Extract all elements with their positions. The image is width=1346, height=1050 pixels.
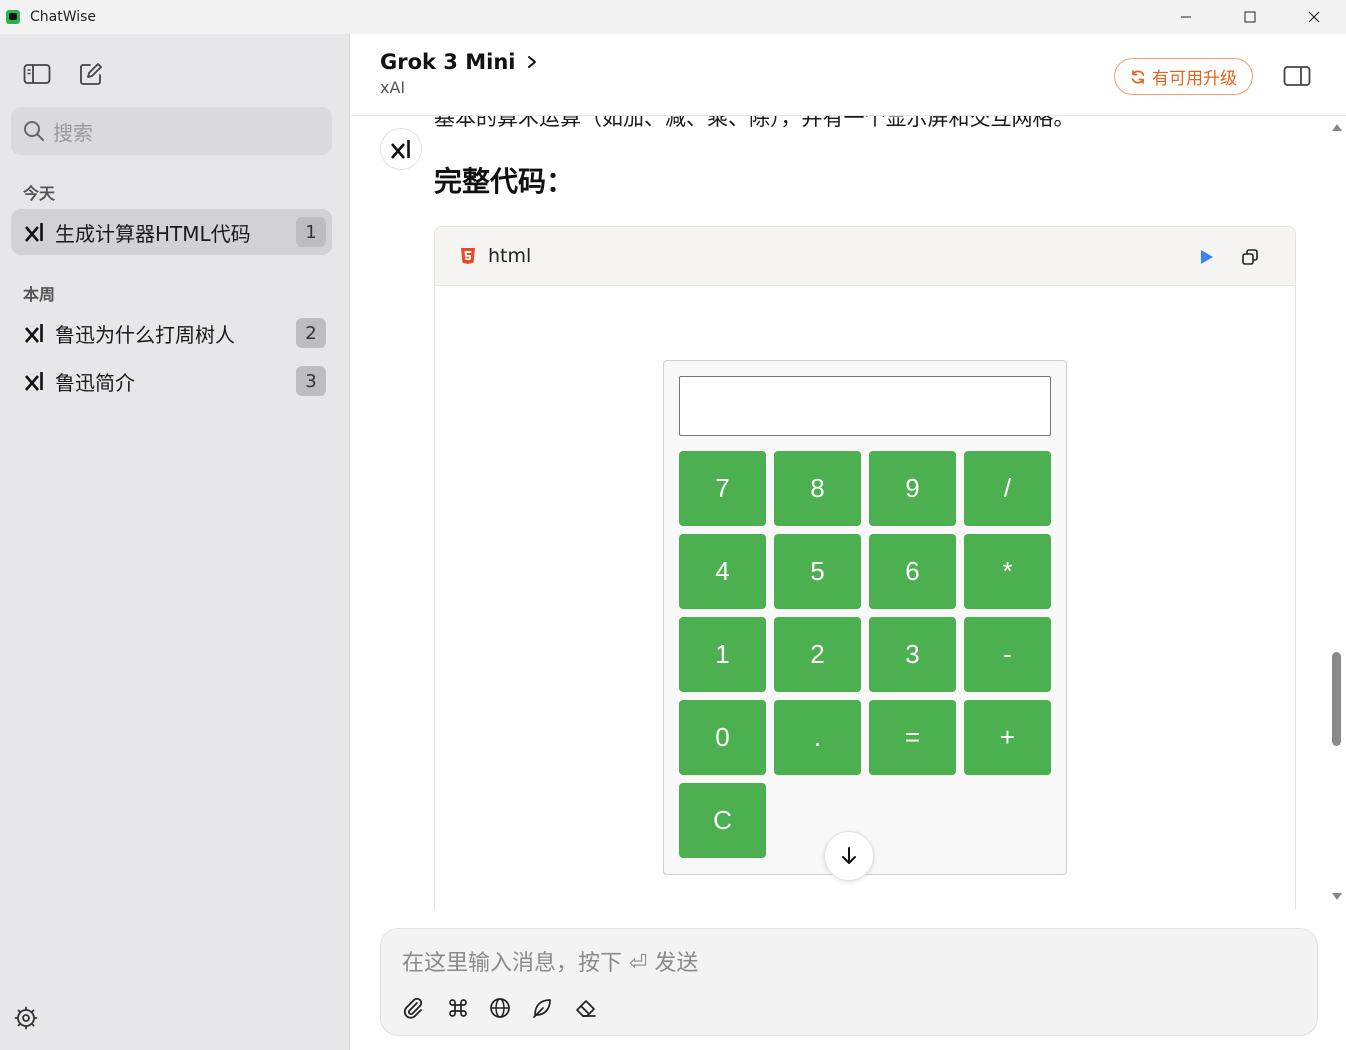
upgrade-label: 有可用升级 [1152, 69, 1237, 89]
toggle-sidebar-button[interactable] [22, 59, 52, 89]
scrollbar-thumb[interactable] [1332, 652, 1341, 746]
html5-icon [461, 248, 475, 264]
xai-logo-icon [23, 370, 45, 392]
xai-logo-icon [23, 322, 45, 344]
calc-key-6[interactable]: 6 [869, 534, 956, 609]
chat-item-luxun-intro[interactable]: 鲁迅简介 3 [11, 358, 332, 404]
arrow-down-icon [842, 847, 856, 864]
sidebar-toggle-icon [23, 64, 51, 84]
calc-key-4[interactable]: 4 [679, 534, 766, 609]
chat-title: 鲁迅简介 [55, 370, 135, 395]
chat-title: 鲁迅为什么打周树人 [55, 322, 235, 347]
section-label-this-week: 本周 [23, 285, 56, 304]
gear-icon [14, 1006, 38, 1030]
artifacts-button[interactable] [529, 995, 555, 1021]
title-bar: ChatWise [0, 0, 1346, 34]
toggle-right-panel-button[interactable] [1281, 60, 1313, 92]
calc-key-0[interactable]: 0 [679, 700, 766, 775]
message-text-partial: 基本的算术运算（如加、减、乘、除），并有一个显示屏和交互网格。 [434, 116, 1075, 130]
chat-badge: 1 [296, 217, 326, 247]
web-search-button[interactable] [487, 995, 513, 1021]
settings-button[interactable] [12, 1004, 40, 1032]
chat-title: 生成计算器HTML代码 [55, 221, 251, 246]
calc-key-1[interactable]: 1 [679, 617, 766, 692]
scroll-down-arrow-icon[interactable] [1331, 892, 1343, 902]
app-logo-icon [6, 10, 20, 24]
search-input[interactable]: 搜索 [11, 107, 332, 155]
calc-key-decimal[interactable]: . [774, 700, 861, 775]
calc-key-equals[interactable]: = [869, 700, 956, 775]
calc-key-9[interactable]: 9 [869, 451, 956, 526]
eraser-icon [576, 1000, 596, 1017]
compose-icon [80, 63, 102, 85]
calc-key-divide[interactable]: / [964, 451, 1051, 526]
provider-name: xAI [380, 78, 406, 97]
calc-key-2[interactable]: 2 [774, 617, 861, 692]
section-label-today: 今天 [23, 184, 56, 203]
clear-context-button[interactable] [573, 995, 599, 1021]
calc-key-3[interactable]: 3 [869, 617, 956, 692]
message-scrollbar[interactable] [1329, 116, 1346, 910]
new-chat-button[interactable] [76, 59, 106, 89]
calc-key-5[interactable]: 5 [774, 534, 861, 609]
run-code-button[interactable] [1197, 247, 1217, 267]
command-button[interactable] [445, 995, 471, 1021]
model-selector[interactable]: Grok 3 Mini [380, 50, 537, 74]
copy-code-button[interactable] [1239, 246, 1261, 268]
refresh-icon [1131, 69, 1145, 84]
window-controls [1154, 0, 1346, 34]
calc-key-subtract[interactable]: - [964, 617, 1051, 692]
minimize-button[interactable] [1154, 0, 1218, 34]
message-input-placeholder: 在这里输入消息，按下 ⏎ 发送 [402, 951, 699, 976]
message-input[interactable]: 在这里输入消息，按下 ⏎ 发送 [380, 928, 1318, 1036]
search-icon [24, 121, 44, 141]
search-placeholder: 搜索 [53, 120, 93, 145]
calc-key-8[interactable]: 8 [774, 451, 861, 526]
maximize-button[interactable] [1218, 0, 1282, 34]
minimize-icon [1181, 16, 1191, 18]
leaf-icon [533, 999, 551, 1018]
chevron-right-icon [528, 56, 537, 68]
calc-key-add[interactable]: + [964, 700, 1051, 775]
upgrade-button[interactable]: 有可用升级 [1114, 58, 1253, 95]
close-icon [1308, 11, 1320, 23]
scroll-to-bottom-button[interactable] [824, 831, 874, 881]
xai-logo-icon [23, 221, 45, 243]
calc-key-clear[interactable]: C [679, 783, 766, 858]
chat-badge: 2 [296, 318, 326, 348]
sidebar: 搜索 今天 生成计算器HTML代码 1 本周 鲁迅为什么打周树人 2 鲁迅简介 … [0, 34, 350, 1050]
copy-icon [1242, 249, 1258, 265]
chat-item-calculator[interactable]: 生成计算器HTML代码 1 [11, 209, 332, 255]
maximize-icon [1244, 11, 1256, 23]
chat-item-luxun-why[interactable]: 鲁迅为什么打周树人 2 [11, 310, 332, 356]
calculator-preview: 7 8 9 / 4 5 6 * 1 2 3 - 0 . = + C [663, 360, 1067, 875]
chat-badge: 3 [296, 366, 326, 396]
close-window-button[interactable] [1282, 0, 1346, 34]
calc-key-multiply[interactable]: * [964, 534, 1051, 609]
calc-key-7[interactable]: 7 [679, 451, 766, 526]
right-panel-icon [1283, 66, 1311, 86]
scroll-up-arrow-icon[interactable] [1331, 122, 1343, 132]
message-list[interactable]: 基本的算术运算（如加、减、乘、除），并有一个显示屏和交互网格。 完整代码： ht… [351, 116, 1329, 910]
message-heading: 完整代码： [434, 165, 575, 198]
model-name: Grok 3 Mini [380, 50, 516, 74]
play-icon [1201, 250, 1213, 264]
code-block: html 7 8 9 / 4 5 6 * 1 2 3 - 0 . = + C [434, 226, 1296, 910]
app-title: ChatWise [30, 9, 97, 25]
code-language: html [488, 245, 532, 267]
chat-header: Grok 3 Mini xAI 有可用升级 [351, 34, 1346, 116]
command-icon [449, 999, 467, 1017]
calculator-display[interactable] [679, 376, 1051, 436]
xai-logo-icon [391, 140, 410, 159]
assistant-avatar [380, 128, 422, 170]
globe-icon [490, 998, 510, 1018]
code-block-header: html [435, 227, 1295, 286]
attach-button[interactable] [400, 995, 426, 1021]
paperclip-icon [403, 997, 423, 1019]
